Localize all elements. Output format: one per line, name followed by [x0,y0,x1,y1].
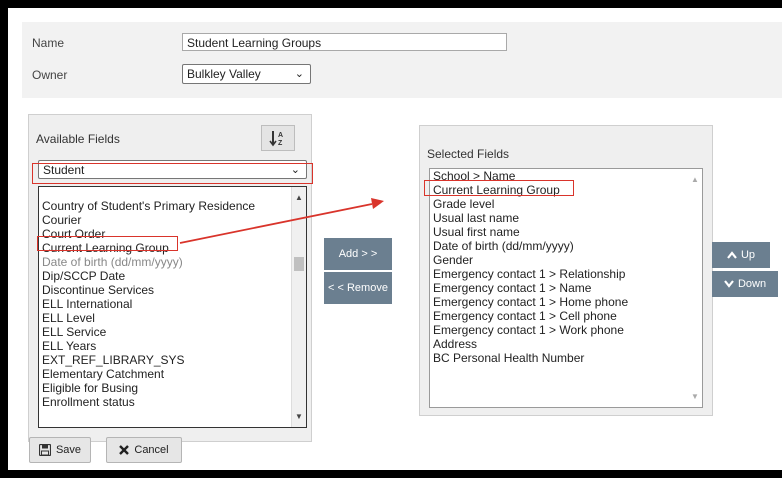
annotation-arrow [179,198,384,244]
